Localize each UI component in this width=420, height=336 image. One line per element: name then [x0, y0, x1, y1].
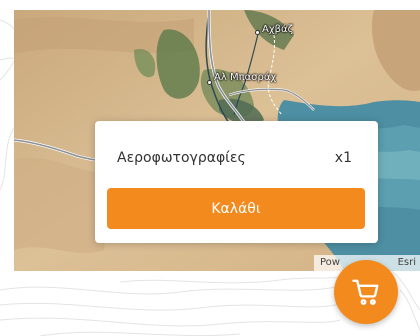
cart-item-row: Αεροφωτογραφίες x1 [117, 150, 352, 166]
shopping-cart-icon [352, 279, 379, 305]
attribution-esri: Esri [397, 257, 416, 268]
cart-item-label: Αεροφωτογραφίες [117, 150, 246, 166]
page: Αχβάζ Αλ Μπασράχ Pow Esri Αεροφωτογραφίε… [0, 0, 420, 336]
cart-item-count: x1 [334, 150, 352, 166]
cart-fab-button[interactable] [334, 260, 398, 324]
place-label-basra: Αλ Μπασράχ [214, 72, 277, 83]
place-label-ahvaz: Αχβάζ [262, 24, 294, 35]
cart-summary-popup: Αεροφωτογραφίες x1 Καλάθι [95, 121, 378, 243]
go-to-cart-button[interactable]: Καλάθι [107, 188, 365, 229]
place-marker-ahvaz [255, 30, 260, 35]
place-marker-basra [207, 80, 212, 85]
attribution-powered-by: Pow [320, 257, 340, 268]
